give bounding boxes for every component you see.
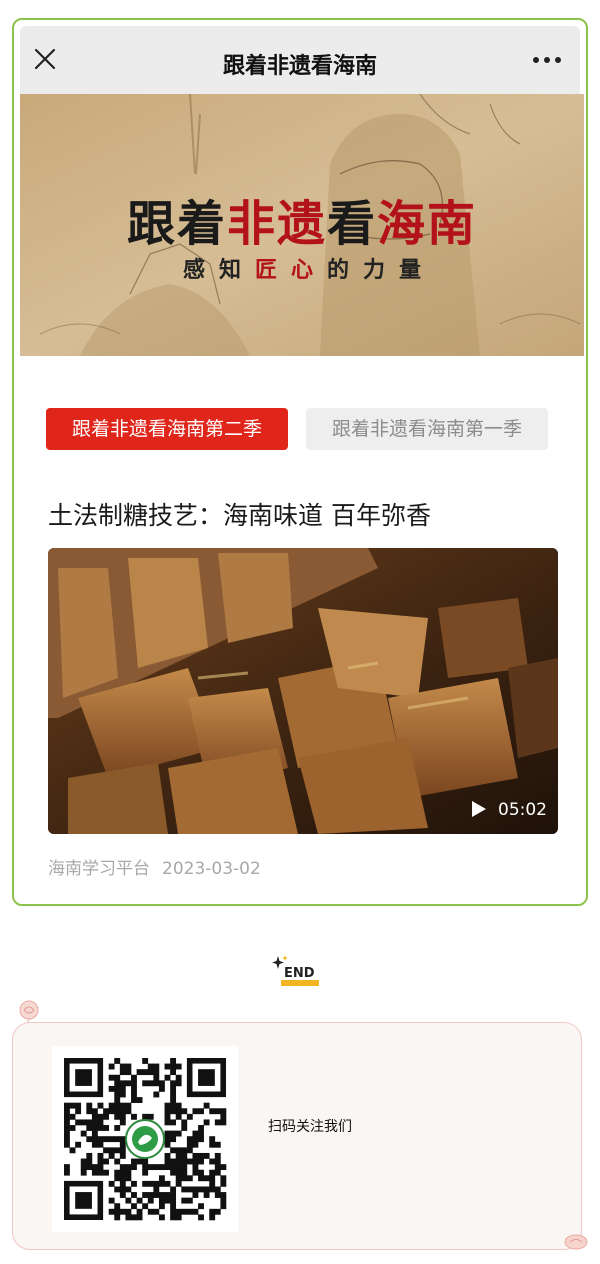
banner-title-part3: 看 [327, 196, 378, 252]
banner-subtitle-part2: 匠心 [254, 258, 327, 283]
banner-subtitle: 感知匠心的力量 [20, 252, 584, 284]
banner-subtitle-part1: 感知 [182, 258, 255, 283]
banner-image: 跟着非遗看海南 感知匠心的力量 [20, 94, 584, 356]
end-underline [281, 980, 319, 986]
qr-code[interactable] [52, 1046, 238, 1232]
top-nav-bar: 跟着非遗看海南 [20, 26, 580, 94]
end-marker: END [272, 955, 324, 989]
banner-title: 跟着非遗看海南 [20, 184, 584, 254]
article-title[interactable]: 土法制糖技艺：海南味道 百年弥香 [48, 496, 431, 532]
banner-title-part2: 非遗 [226, 196, 327, 252]
video-thumbnail [48, 548, 558, 834]
video-player[interactable]: 05:02 [48, 548, 558, 834]
more-dots-icon[interactable] [532, 56, 562, 64]
article-card: 跟着非遗看海南 跟着非遗看海南 感知匠心的力量 跟着非遗看海南第二季 跟着非遗看… [12, 18, 588, 906]
end-label: END [284, 966, 315, 981]
qr-code-image [64, 1058, 227, 1221]
article-source[interactable]: 海南学习平台 [48, 859, 150, 879]
follow-us-text: 扫码关注我们 [268, 1119, 352, 1135]
flower-decoration-icon [564, 1234, 588, 1250]
video-duration: 05:02 [498, 800, 547, 820]
article-date: 2023-03-02 [162, 859, 261, 879]
tab-season-2[interactable]: 跟着非遗看海南第二季 [46, 408, 288, 450]
banner-subtitle-part3: 的力量 [327, 258, 436, 283]
banner-title-part4: 海南 [377, 196, 478, 252]
nav-title: 跟着非遗看海南 [222, 54, 377, 79]
tab-season-1[interactable]: 跟着非遗看海南第一季 [306, 408, 548, 450]
play-icon[interactable] [471, 800, 487, 818]
article-meta: 海南学习平台 2023-03-02 [48, 854, 261, 879]
banner-title-part1: 跟着 [126, 196, 227, 252]
